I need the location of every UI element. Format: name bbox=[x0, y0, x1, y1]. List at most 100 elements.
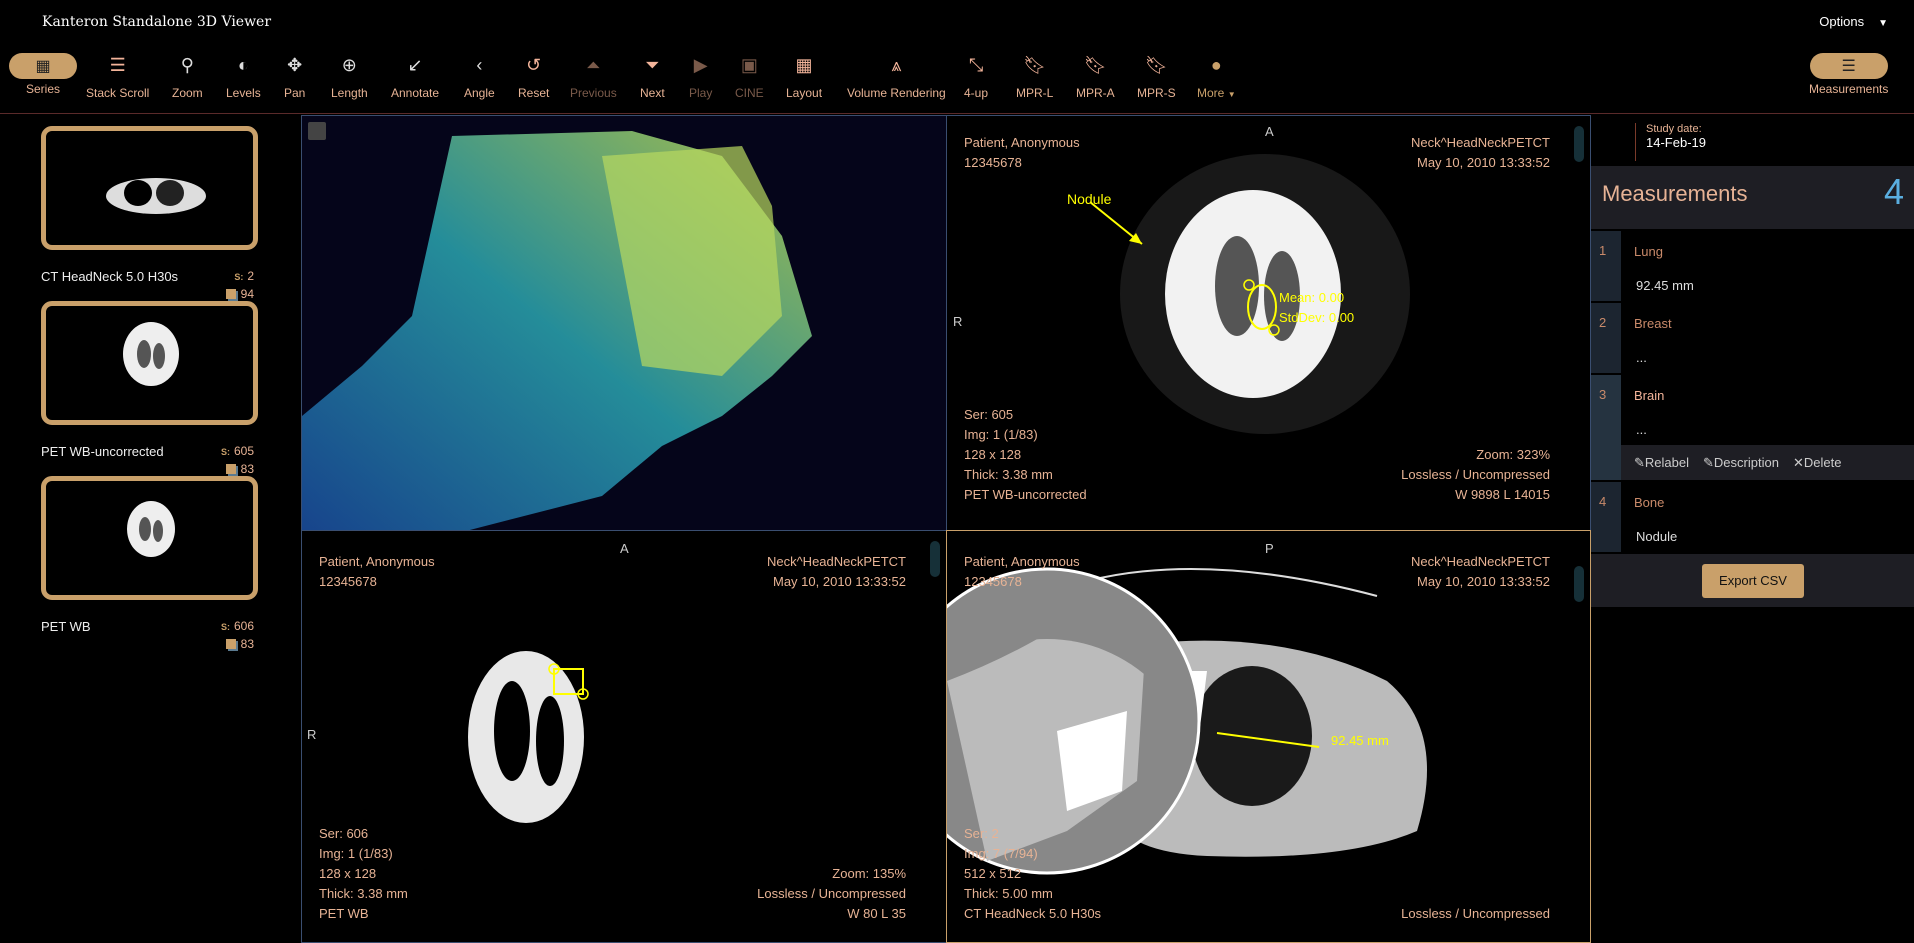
viewport-ct[interactable]: P 92.45 mm Patient, Anonymous 12345678 Ne… bbox=[946, 530, 1591, 943]
orientation-left: R bbox=[307, 727, 317, 742]
mpr-s-button[interactable]: 🔖︎ MPR-S bbox=[1137, 50, 1176, 101]
tool-label: Annotate bbox=[391, 86, 440, 100]
count: 83 bbox=[240, 462, 254, 476]
overlay-bottom-right: Zoom: 135% Lossless / Uncompressed W 80 L … bbox=[757, 864, 906, 924]
relabel-button[interactable]: ✎Relabel bbox=[1634, 455, 1689, 471]
tool-label: Length bbox=[331, 86, 368, 100]
arrow-icon: ↙ bbox=[407, 54, 423, 75]
annotate-button[interactable]: ↙ Annotate bbox=[391, 50, 440, 101]
compression: Lossless / Uncompressed bbox=[1401, 467, 1550, 482]
series-number: S: 605 bbox=[221, 444, 254, 458]
delete-label: Delete bbox=[1803, 454, 1842, 470]
overlay-top-right: Neck^HeadNeckPETCT May 10, 2010 13:33:52 bbox=[1411, 133, 1550, 173]
series-thumbnail[interactable] bbox=[41, 476, 258, 600]
image-info: Img: 1 (1/83) bbox=[319, 846, 393, 861]
more-button[interactable]: ● More ▼ bbox=[1197, 50, 1236, 101]
description-button[interactable]: ✎Description bbox=[1703, 455, 1779, 471]
patient-id: 12345678 bbox=[964, 155, 1022, 170]
cine-button[interactable]: ▣ CINE bbox=[735, 50, 764, 101]
count: 94 bbox=[240, 287, 254, 301]
compression: Lossless / Uncompressed bbox=[757, 886, 906, 901]
mpr-a-button[interactable]: 🔖︎ MPR-A bbox=[1076, 50, 1115, 101]
bookmark-icon: 🔖︎ bbox=[1083, 54, 1107, 75]
series-prefix: S: bbox=[220, 447, 230, 457]
pet-thumbnail-image bbox=[123, 322, 179, 386]
stack-icon bbox=[225, 639, 236, 649]
patient-id: 12345678 bbox=[319, 574, 377, 589]
image-info: Img: 1 (1/83) bbox=[964, 427, 1038, 442]
viewport-menu-icon[interactable] bbox=[308, 122, 326, 140]
play-button[interactable]: ▶ Play bbox=[689, 50, 712, 101]
viewport-scrollbar[interactable] bbox=[1574, 126, 1584, 162]
angle-icon: ‹ bbox=[476, 54, 483, 75]
series-number: S: 606 bbox=[221, 619, 254, 633]
reset-button[interactable]: ↺ Reset bbox=[518, 50, 549, 101]
tool-label: Measurements bbox=[1809, 82, 1889, 96]
series-thumbnail[interactable] bbox=[41, 126, 258, 250]
search-icon: ⚲ bbox=[180, 54, 194, 75]
viewport-pet-uncorrected[interactable]: A R Nodule Mean: 0.00 StdDev: 0.00 Patien… bbox=[946, 115, 1591, 531]
pan-button[interactable]: ✥ Pan bbox=[284, 50, 305, 101]
study-date-label: Study date: bbox=[1646, 123, 1702, 135]
measurement-item[interactable]: 4 Bone Nodule bbox=[1591, 482, 1914, 552]
4up-button[interactable]: ⤡ 4-up bbox=[964, 50, 989, 101]
next-button[interactable]: ⏷ Next bbox=[640, 50, 665, 101]
viewport-pet-wb[interactable]: A R Patient, Anonymous 12345678 Neck^Head… bbox=[301, 530, 947, 943]
viewport-volume-rendering[interactable] bbox=[301, 115, 947, 531]
series-num: 2 bbox=[247, 269, 254, 283]
viewport-scrollbar[interactable] bbox=[1574, 566, 1584, 602]
tool-label: Volume Rendering bbox=[847, 86, 946, 100]
measurement-item[interactable]: 2 Breast... bbox=[1591, 303, 1914, 373]
measurement-item-selected[interactable]: 3 Brain... ✎Relabel ✎Description ✕Delete bbox=[1591, 375, 1914, 480]
ct-thumbnail-image bbox=[106, 178, 206, 214]
app-title: Kanteron Standalone 3D Viewer bbox=[42, 14, 272, 30]
image-count: 83 bbox=[225, 637, 254, 651]
layout-button[interactable]: ▦ Layout bbox=[786, 50, 822, 101]
previous-icon: ⏶ bbox=[586, 54, 601, 75]
caret-down-icon: ▼ bbox=[1227, 90, 1236, 99]
patient-name: Patient, Anonymous bbox=[964, 554, 1080, 569]
bars-icon: ☰ bbox=[109, 54, 126, 75]
title-bar: Kanteron Standalone 3D Viewer Options ▼ bbox=[0, 0, 1914, 44]
tool-label: Angle bbox=[464, 86, 495, 100]
undo-icon: ↺ bbox=[526, 54, 542, 75]
study-description: Neck^HeadNeckPETCT bbox=[1410, 554, 1550, 569]
series-description: PET WB bbox=[319, 906, 369, 921]
image-count: 94 bbox=[225, 287, 254, 301]
previous-button[interactable]: ⏶ Previous bbox=[570, 50, 617, 101]
item-number: 3 bbox=[1591, 375, 1621, 480]
export-csv-button[interactable]: Export CSV bbox=[1702, 564, 1804, 598]
count: 83 bbox=[240, 637, 254, 651]
export-area: Export CSV bbox=[1591, 554, 1914, 607]
length-label: 92.45 mm bbox=[1331, 733, 1389, 748]
stack-scroll-button[interactable]: ☰ Stack Scroll bbox=[86, 50, 149, 101]
series-thumbnail[interactable] bbox=[41, 301, 258, 425]
zoom-button[interactable]: ⚲ Zoom bbox=[172, 50, 203, 101]
volume-rendering-button[interactable]: ⩓ Volume Rendering bbox=[847, 50, 946, 101]
angle-button[interactable]: ‹ Angle bbox=[464, 50, 495, 101]
item-value: ... bbox=[1636, 350, 1647, 365]
slice-thickness: Thick: 3.38 mm bbox=[964, 467, 1053, 482]
tool-label: 4-up bbox=[964, 86, 989, 100]
series-sidebar: CT HeadNeck 5.0 H30s S: 2 94 PET WB-uncor… bbox=[0, 115, 300, 943]
bookmark-icon: 🔖︎ bbox=[1023, 54, 1047, 75]
window-level: W 80 L 35 bbox=[847, 906, 906, 921]
toolbar: ▦ Series ☰ Stack Scroll ⚲ Zoom ◐ Levels ✥ Pan… bbox=[0, 50, 1914, 114]
series-button[interactable]: ▦ Series bbox=[9, 50, 77, 96]
delete-button[interactable]: ✕Delete bbox=[1793, 455, 1841, 471]
study-date: May 10, 2010 13:33:52 bbox=[1417, 155, 1550, 170]
viewport-scrollbar[interactable] bbox=[930, 541, 940, 577]
options-menu[interactable]: Options ▼ bbox=[1819, 14, 1888, 29]
measurements-button[interactable]: ☰ Measurements bbox=[1809, 50, 1888, 96]
road-icon: ⩓ bbox=[891, 54, 902, 75]
compress-icon: ⤡ bbox=[968, 54, 984, 75]
measurement-item[interactable]: 1 Lung 92.45 mm bbox=[1591, 231, 1914, 301]
panel-title: Measurements bbox=[1602, 181, 1748, 206]
levels-button[interactable]: ◐ Levels bbox=[226, 50, 261, 101]
overlay-bottom-right: Lossless / Uncompressed bbox=[1401, 904, 1550, 924]
orientation-top: A bbox=[1265, 124, 1274, 139]
zoom-level: Zoom: 323% bbox=[1476, 447, 1550, 462]
mpr-l-button[interactable]: 🔖︎ MPR-L bbox=[1016, 50, 1053, 101]
tool-label: More bbox=[1197, 86, 1225, 100]
length-button[interactable]: ⊕ Length bbox=[331, 50, 368, 101]
